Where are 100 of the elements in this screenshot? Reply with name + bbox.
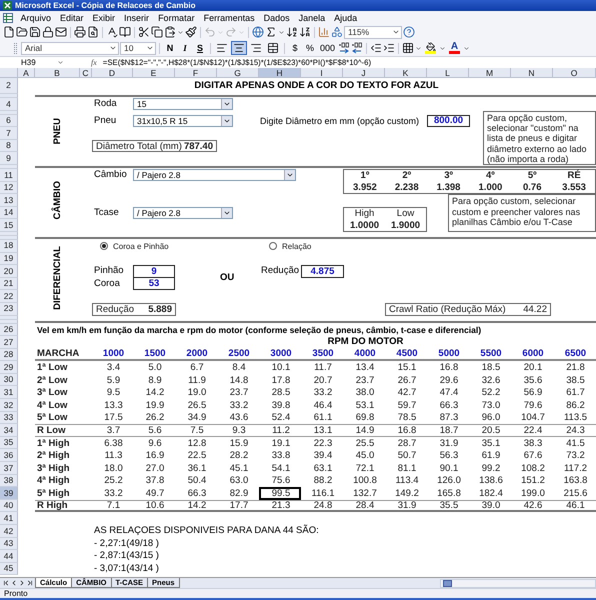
caret-icon[interactable]	[278, 28, 285, 36]
spell-check-icon[interactable]	[106, 26, 118, 38]
column-header[interactable]: O	[553, 68, 596, 78]
column-header[interactable]: L	[427, 68, 469, 78]
row-header[interactable]: 19	[0, 252, 18, 266]
column-header[interactable]: A	[18, 68, 35, 78]
dropdown[interactable]: 31x10,5 R 15	[133, 114, 233, 127]
column-header[interactable]: G	[217, 68, 259, 78]
caret-icon[interactable]	[57, 59, 64, 66]
font-size-dropdown[interactable]: 10	[120, 42, 156, 54]
caret-icon[interactable]	[439, 44, 446, 52]
radio-icon[interactable]	[100, 242, 108, 250]
row-header[interactable]: 30	[0, 374, 18, 386]
row-header[interactable]: 29	[0, 361, 18, 374]
outdent-icon[interactable]	[370, 42, 382, 54]
previous-sheet-icon[interactable]	[10, 579, 18, 587]
sort-ascending-icon[interactable]	[286, 26, 298, 38]
column-header[interactable]: D	[92, 68, 133, 78]
row-header[interactable]: 32	[0, 399, 18, 412]
zoom-dropdown[interactable]: 115%	[344, 26, 402, 38]
row-header[interactable]: 37	[0, 462, 18, 475]
clipboard-icon[interactable]	[164, 26, 176, 38]
column-header[interactable]: B	[35, 68, 80, 78]
caret-icon[interactable]	[146, 44, 154, 52]
row-header[interactable]: 43	[0, 538, 18, 550]
globe-icon[interactable]	[252, 26, 264, 38]
row-header[interactable]: 39	[0, 487, 18, 500]
caret-icon[interactable]	[177, 28, 184, 36]
radio-icon[interactable]	[269, 242, 277, 250]
caret-icon[interactable]	[415, 44, 422, 52]
book-icon[interactable]	[119, 26, 131, 38]
row-header[interactable]: 41	[0, 512, 18, 525]
paint-bucket-icon[interactable]	[426, 42, 436, 52]
row-header[interactable]: 45	[0, 562, 18, 576]
menu-item[interactable]: Ajuda	[330, 12, 362, 22]
dropdown[interactable]: / Pajero 2.8	[133, 207, 233, 220]
caret-icon[interactable]	[109, 44, 117, 52]
menu-item[interactable]: Dados	[259, 12, 294, 22]
first-sheet-icon[interactable]	[2, 579, 10, 587]
row-header[interactable]: 4	[0, 98, 18, 111]
caret-icon[interactable]	[392, 28, 400, 36]
radio-option[interactable]: Coroa e Pinhão	[100, 242, 169, 251]
row-header[interactable]: 35	[0, 436, 18, 450]
horizontal-scrollbar[interactable]	[440, 578, 596, 588]
value-field[interactable]: 800.00	[427, 114, 470, 128]
column-header[interactable]: M	[469, 68, 511, 78]
number-format-button[interactable]: %	[303, 41, 317, 55]
row-header[interactable]: 22	[0, 290, 18, 303]
bar-chart-icon[interactable]	[318, 26, 330, 38]
file-search-icon[interactable]	[87, 26, 99, 38]
row-header[interactable]: 2	[0, 78, 18, 94]
row-header[interactable]: 26	[0, 324, 18, 336]
scissors-icon[interactable]	[138, 26, 150, 38]
font-dropdown[interactable]: Arial	[21, 42, 119, 54]
row-header[interactable]: 8	[0, 140, 18, 152]
menu-item[interactable]: Ferramentas	[199, 12, 260, 22]
function-label[interactable]: fx	[91, 58, 97, 67]
row-header[interactable]: 7	[0, 127, 18, 140]
file-icon[interactable]	[3, 26, 15, 38]
radio-option[interactable]: Relação	[269, 242, 312, 251]
caret-icon[interactable]	[463, 44, 470, 52]
folder-icon[interactable]	[16, 26, 28, 38]
dropdown[interactable]: / Pajero 2.8	[133, 169, 296, 182]
value-field[interactable]: 4.875	[301, 265, 344, 278]
indent-icon[interactable]	[383, 42, 396, 54]
menu-item[interactable]: Formatar	[154, 12, 200, 22]
row-header[interactable]: 15	[0, 219, 18, 232]
value-field[interactable]: 53	[133, 278, 175, 290]
column-header[interactable]: C	[80, 68, 92, 78]
row-header[interactable]: 14	[0, 206, 18, 220]
borders-icon[interactable]	[402, 42, 414, 54]
number-format-button[interactable]: 000	[318, 41, 338, 55]
last-sheet-icon[interactable]	[26, 579, 34, 587]
column-header[interactable]: I	[301, 68, 343, 78]
menu-item[interactable]: Inserir	[120, 12, 154, 22]
row-header[interactable]: 21	[0, 278, 18, 290]
row-header[interactable]: 12	[0, 182, 18, 194]
fill-color-button[interactable]	[423, 41, 438, 55]
column-header[interactable]: J	[343, 68, 385, 78]
row-header[interactable]: 6	[0, 114, 18, 128]
column-header[interactable]: K	[385, 68, 427, 78]
column-header[interactable]: H	[259, 68, 301, 78]
number-format-button[interactable]: $	[288, 41, 302, 55]
workbook-icon[interactable]	[3, 12, 13, 22]
column-header[interactable]: N	[511, 68, 553, 78]
row-header[interactable]: 9	[0, 152, 18, 165]
row-header[interactable]: 27	[0, 336, 18, 349]
printer-icon[interactable]	[74, 26, 86, 38]
row-header[interactable]: 36	[0, 449, 18, 462]
menu-item[interactable]: Editar	[56, 12, 88, 22]
text-style-button[interactable]: N	[163, 41, 177, 55]
dropdown[interactable]: 15	[133, 98, 233, 110]
sigma-icon[interactable]	[265, 26, 277, 38]
decrease-decimal-icon[interactable]	[351, 42, 364, 54]
copy-icon[interactable]	[151, 26, 163, 38]
row-header[interactable]: 42	[0, 525, 18, 538]
paintbrush-icon[interactable]	[185, 26, 197, 38]
text-style-button[interactable]: I	[178, 41, 192, 55]
column-header[interactable]: F	[175, 68, 217, 78]
row-header[interactable]: 13	[0, 194, 18, 207]
